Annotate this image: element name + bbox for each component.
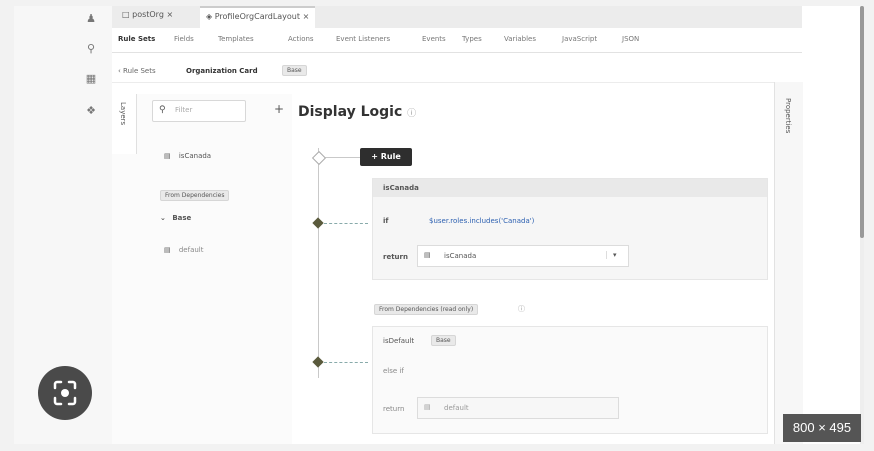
rule-badge: Base [431, 335, 456, 346]
lens-icon [53, 380, 77, 406]
subtab-fields[interactable]: Fields [174, 35, 194, 43]
editor-tabs: □ postOrg × ◈ ProfileOrgCardLayout × [112, 6, 802, 28]
rule-icon: ▤ [164, 152, 171, 160]
rule-icon: ▤ [164, 246, 171, 254]
rule-expression[interactable]: $user.roles.includes('Canada') [429, 217, 534, 225]
if-label: if [383, 217, 389, 225]
return-label: return [383, 253, 408, 261]
add-rule-label: Rule [380, 152, 401, 161]
plus-icon: + [371, 152, 378, 161]
branch-connector [324, 362, 368, 363]
breadcrumb: ‹ Rule Sets Organization Card Base [112, 62, 802, 83]
return-select[interactable]: ▤ isCanada ▾ [417, 245, 629, 267]
screenshot-frame: ♟ ⚲ ▦ ❖ □ postOrg × ◈ ProfileOrgCardLayo… [14, 6, 864, 444]
chevron-down-icon: ⌄ [160, 214, 166, 222]
scrollbar-thumb[interactable] [860, 6, 864, 238]
subtab-event-listeners[interactable]: Event Listeners [336, 35, 390, 43]
page-title: Display Logic ⓘ [298, 104, 416, 120]
layout-icon: ◈ [206, 12, 213, 21]
title-text: Display Logic [298, 104, 403, 120]
branch-connector [324, 223, 368, 224]
rule-name: isCanada [383, 184, 419, 192]
lens-search-button[interactable] [38, 366, 92, 420]
component-icon[interactable]: ❖ [84, 104, 98, 118]
tab-postorg[interactable]: □ postOrg × [116, 6, 179, 26]
subtab-rule-sets[interactable]: Rule Sets [118, 35, 155, 43]
page-icon: □ [122, 10, 130, 19]
subtab-templates[interactable]: Templates [218, 35, 254, 43]
designer-subtabs: Rule Sets Fields Templates Actions Event… [112, 32, 802, 53]
rules-canvas: Display Logic ⓘ + Rule isCanada if $user… [292, 94, 772, 444]
subtab-json[interactable]: JSON [622, 35, 639, 43]
info-icon[interactable]: ⓘ [518, 304, 525, 314]
subtab-variables[interactable]: Variables [504, 35, 536, 43]
subtab-javascript[interactable]: JavaScript [562, 35, 597, 43]
filter-placeholder: Filter [175, 106, 193, 114]
else-label: else if [383, 367, 404, 375]
rule-card-isdefault[interactable]: isDefault Base else if return ▤ default [372, 326, 768, 434]
properties-label: Properties [784, 98, 792, 134]
dependencies-readonly-chip: From Dependencies (read only) [374, 304, 479, 315]
rule-icon: ▤ [424, 403, 431, 411]
layer-item-label: isCanada [178, 152, 212, 160]
info-icon[interactable]: ⓘ [407, 109, 416, 119]
layer-item-label: default [178, 246, 204, 254]
back-link[interactable]: ‹ Rule Sets [118, 67, 156, 75]
tab-label: ProfileOrgCardLayout [214, 12, 301, 21]
close-icon[interactable]: × [303, 12, 310, 21]
search-icon[interactable]: ⚲ [84, 42, 98, 56]
branch-node [312, 356, 324, 368]
rule-card-iscanada[interactable]: isCanada if $user.roles.includes('Canada… [372, 178, 768, 280]
rule-card-header: isCanada [373, 179, 767, 197]
flow-connector [322, 157, 360, 158]
layer-item-default[interactable]: ▤ default [164, 246, 204, 254]
ruleset-name: Organization Card [186, 67, 258, 75]
return-value: default [444, 404, 469, 412]
start-node [311, 150, 327, 166]
subtab-types[interactable]: Types [462, 35, 482, 43]
add-rule-button[interactable]: + Rule [360, 148, 412, 166]
layers-panel: Layers ⚲ Filter + ▤ isCanada From Depend… [112, 94, 293, 444]
group-label: Base [172, 214, 192, 222]
rule-icon: ▤ [424, 251, 431, 259]
subtab-events[interactable]: Events [422, 35, 446, 43]
subtab-actions[interactable]: Actions [288, 35, 314, 43]
layer-item-iscanada[interactable]: ▤ isCanada [164, 152, 211, 160]
dependencies-chip: From Dependencies [160, 190, 230, 201]
back-label: Rule Sets [123, 67, 156, 75]
image-size-badge: 800 × 495 [783, 414, 861, 442]
return-select: ▤ default [417, 397, 619, 419]
layers-tab[interactable]: Layers [112, 94, 137, 154]
layer-group-base[interactable]: ⌄ Base [160, 214, 191, 222]
search-icon: ⚲ [159, 105, 166, 115]
rule-name: isDefault [383, 337, 415, 345]
properties-panel-tab[interactable]: Properties [774, 82, 803, 444]
filter-input[interactable]: ⚲ Filter [152, 100, 246, 122]
add-layer-button[interactable]: + [274, 102, 284, 116]
return-value: isCanada [444, 252, 477, 260]
people-icon[interactable]: ♟ [84, 12, 98, 26]
branch-node [312, 217, 324, 229]
return-label: return [383, 405, 405, 413]
chevron-down-icon[interactable]: ▾ [606, 251, 617, 259]
tab-label: postOrg [132, 10, 164, 19]
flow-trunk [318, 148, 319, 378]
grid-icon[interactable]: ▦ [84, 72, 98, 86]
layers-tab-label: Layers [119, 102, 127, 126]
tab-profileorgcardlayout[interactable]: ◈ ProfileOrgCardLayout × [200, 6, 316, 28]
ruleset-badge: Base [282, 65, 307, 76]
close-icon[interactable]: × [166, 10, 173, 19]
